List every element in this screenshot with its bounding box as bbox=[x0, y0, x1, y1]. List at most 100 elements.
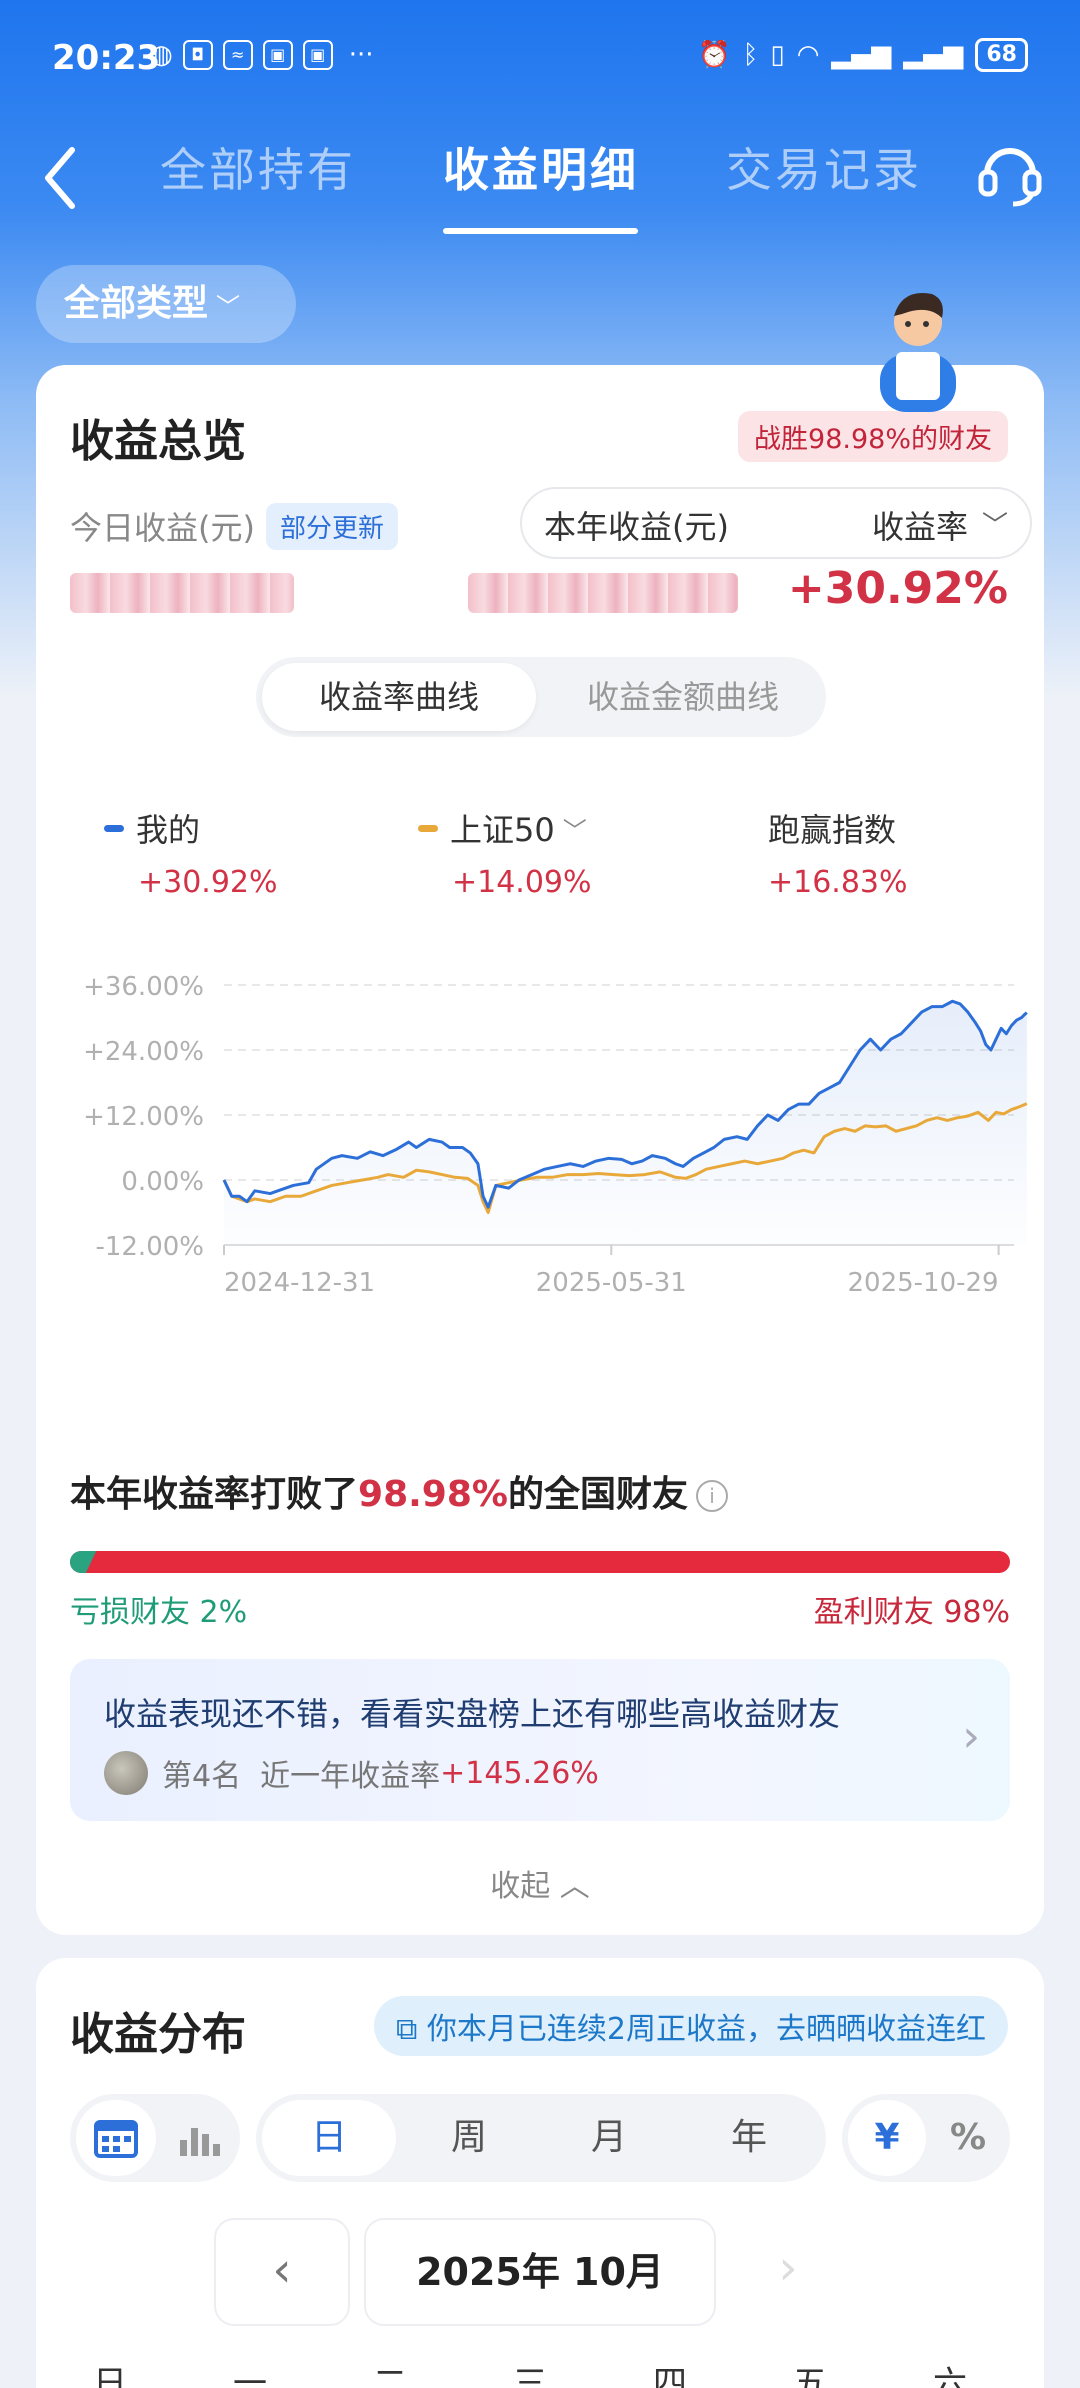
chevron-down-icon: ﹀ bbox=[562, 816, 587, 845]
y-tick-label: +36.00% bbox=[83, 972, 204, 1002]
today-income-label: 今日收益(元) bbox=[70, 509, 255, 547]
ytd-income-hidden bbox=[468, 573, 738, 613]
beat-progress-bar bbox=[70, 1551, 1010, 1573]
legend-mine: 我的 +30.92% bbox=[104, 805, 278, 900]
prev-month-button[interactable]: ‹ bbox=[214, 2218, 350, 2326]
chevron-right-icon: › bbox=[962, 1711, 980, 1762]
app-icon: ◘ bbox=[182, 40, 213, 70]
weekday-label: 三 bbox=[513, 2364, 547, 2388]
month-selector[interactable]: 2025年 10月 bbox=[364, 2218, 716, 2326]
app-icon: ▣ bbox=[262, 40, 293, 70]
ytd-rate-value: +30.92% bbox=[787, 563, 1008, 614]
info-icon[interactable]: i bbox=[695, 1480, 728, 1512]
notification-icons: ◍ ◘ ≈ ▣ ▣ ··· bbox=[150, 40, 373, 70]
period-day[interactable]: 日 bbox=[262, 2100, 396, 2176]
app-icon: ▣ bbox=[302, 40, 333, 70]
period-toggle: 日 周 月 年 bbox=[256, 2094, 826, 2182]
next-month-button[interactable]: › bbox=[758, 2218, 818, 2326]
bar-view-button[interactable] bbox=[160, 2100, 236, 2176]
tab-all-holdings[interactable]: 全部持有 bbox=[160, 134, 356, 200]
banner-subline: 第4名 近一年收益率 +145.26% bbox=[104, 1751, 599, 1795]
type-filter-dropdown[interactable]: 全部类型 ﹀ bbox=[36, 265, 296, 343]
streak-text: 你本月已连续2周正收益，去晒晒收益连红 bbox=[426, 2012, 986, 2047]
signal-4g-icon: ▂▄▆ bbox=[831, 40, 892, 70]
legend-name: 跑赢指数 bbox=[768, 811, 897, 849]
tab-income-detail[interactable]: 收益明细 bbox=[443, 134, 639, 200]
weekday-label: 六 bbox=[933, 2364, 967, 2388]
beat-suffix: 的全国财友 bbox=[507, 1474, 688, 1515]
app-icon: ≈ bbox=[222, 40, 253, 70]
alarm-icon: ⏰ bbox=[698, 40, 731, 70]
active-tab-indicator bbox=[443, 228, 638, 234]
profit-label: 盈利财友 98% bbox=[813, 1595, 1010, 1630]
unit-currency[interactable]: ¥ bbox=[848, 2100, 926, 2176]
x-tick-label: 2025-10-29 bbox=[848, 1268, 999, 1298]
legend-index[interactable]: 上证50 ﹀ +14.09% bbox=[418, 805, 592, 900]
calendar-icon bbox=[94, 2120, 138, 2158]
legend-name: 我的 bbox=[136, 811, 201, 849]
beat-pct: 98.98% bbox=[358, 1474, 508, 1515]
weekday-label: 二 bbox=[373, 2364, 407, 2388]
vibrate-icon: ▯ bbox=[770, 40, 785, 70]
banner-title: 收益表现还不错，看看实盘榜上还有哪些高收益财友 bbox=[104, 1695, 841, 1733]
tab-amount-curve[interactable]: 收益金额曲线 bbox=[546, 663, 820, 731]
legend-value: +16.83% bbox=[768, 865, 908, 900]
y-tick-label: +12.00% bbox=[83, 1102, 204, 1132]
mascot-illustration bbox=[880, 292, 956, 412]
rate-label: 收益率 bbox=[872, 508, 969, 546]
customer-service-icon[interactable] bbox=[975, 132, 1045, 212]
streak-share-badge[interactable]: ⧉ 你本月已连续2周正收益，去晒晒收益连红 bbox=[373, 1996, 1008, 2056]
weekday-label: 四 bbox=[653, 2364, 687, 2388]
y-tick-label: +24.00% bbox=[83, 1037, 204, 1067]
legend-value: +30.92% bbox=[138, 865, 278, 900]
today-income-hidden bbox=[70, 573, 294, 613]
beat-prefix: 本年收益率打败了 bbox=[70, 1474, 359, 1515]
ytd-income-label: 本年收益(元) bbox=[544, 508, 729, 546]
distribution-title: 收益分布 bbox=[70, 2009, 246, 2060]
rank-desc: 近一年收益率 bbox=[260, 1759, 441, 1794]
calendar-view-button[interactable] bbox=[76, 2100, 156, 2176]
x-tick-label: 2024-12-31 bbox=[224, 1268, 375, 1298]
collapse-label: 收起 bbox=[490, 1869, 551, 1904]
x-tick-label: 2025-05-31 bbox=[536, 1268, 687, 1298]
legend-beat-index: 跑赢指数 +16.83% bbox=[768, 805, 908, 900]
battery-icon: 68 bbox=[975, 38, 1028, 72]
period-month[interactable]: 月 bbox=[542, 2100, 676, 2176]
unit-percent[interactable]: % bbox=[930, 2100, 1006, 2176]
y-tick-label: -12.00% bbox=[95, 1232, 204, 1262]
legend-marker bbox=[418, 824, 438, 832]
beat-badge: 战胜98.98%的财友 bbox=[738, 411, 1008, 462]
legend-value: +14.09% bbox=[452, 865, 592, 900]
beat-headline: 本年收益率打败了98.98%的全国财友 i bbox=[70, 1465, 728, 1517]
weekday-label: 五 bbox=[793, 2364, 827, 2388]
ytd-rate-selector[interactable]: 本年收益(元) 收益率 ﹀ bbox=[520, 487, 1032, 559]
more-dots-icon: ··· bbox=[348, 40, 374, 70]
y-tick-label: 0.00% bbox=[121, 1167, 204, 1197]
legend-name: 上证50 bbox=[450, 811, 555, 849]
partial-update-badge: 部分更新 bbox=[266, 503, 399, 550]
signal-5g-icon: ▂▄▆ bbox=[903, 40, 964, 70]
return-chart[interactable]: +36.00% +24.00% +12.00% 0.00% -12.00% 2024-12… bbox=[36, 905, 1044, 1765]
rank-text: 第4名 bbox=[162, 1759, 242, 1794]
chevron-down-icon: ﹀ bbox=[982, 511, 1009, 541]
loss-fill bbox=[70, 1551, 97, 1573]
status-bar: 20:23 ◍ ◘ ≈ ▣ ▣ ··· ⏰ ᛒ ▯ ◠ ▂▄▆ ▂▄▆ 68 bbox=[0, 0, 1080, 120]
wifi-icon: ◠ bbox=[796, 40, 820, 70]
weekday-label: 日 bbox=[93, 2364, 127, 2388]
share-icon: ⧉ bbox=[395, 2012, 418, 2047]
period-week[interactable]: 周 bbox=[402, 2100, 536, 2176]
tab-transactions[interactable]: 交易记录 bbox=[726, 134, 922, 200]
period-year[interactable]: 年 bbox=[682, 2100, 816, 2176]
weekday-label: 一 bbox=[233, 2364, 267, 2388]
view-toggle bbox=[70, 2094, 240, 2182]
bar-chart-icon bbox=[180, 2128, 220, 2156]
collapse-button[interactable]: 收起 ︿ bbox=[36, 1861, 1044, 1905]
leaderboard-banner[interactable]: 收益表现还不错，看看实盘榜上还有哪些高收益财友 第4名 近一年收益率 +145.2… bbox=[70, 1659, 1010, 1821]
rank-rate: +145.26% bbox=[440, 1755, 599, 1791]
back-arrow-icon[interactable] bbox=[40, 138, 84, 218]
type-filter-label: 全部类型 bbox=[64, 283, 209, 324]
bluetooth-icon: ᛒ bbox=[742, 40, 759, 70]
avatar bbox=[104, 1751, 148, 1795]
overview-card: 收益总览 战胜98.98%的财友 今日收益(元) 部分更新 本年收益(元) 收益… bbox=[36, 365, 1044, 1935]
tab-rate-curve[interactable]: 收益率曲线 bbox=[262, 663, 536, 731]
